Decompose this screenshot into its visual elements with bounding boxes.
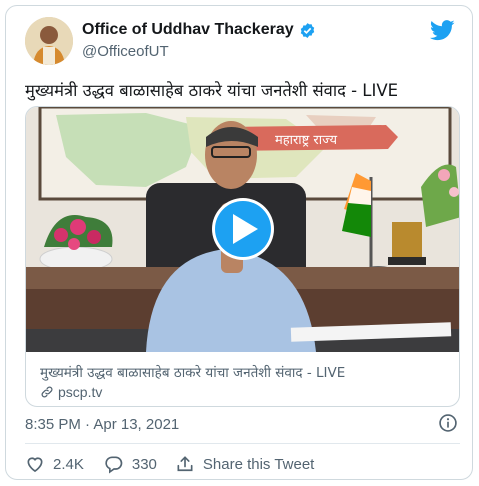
banner-text: महाराष्ट्र राज्य: [275, 133, 338, 148]
play-icon[interactable]: [212, 198, 274, 260]
card-domain: pscp.tv: [58, 384, 103, 400]
media-card[interactable]: महाराष्ट्र राज्य मुख्यमंत्री उद्धव बाळास…: [25, 106, 460, 407]
author-name[interactable]: Office of Uddhav Thackeray: [82, 21, 294, 39]
divider: [25, 443, 460, 444]
reply-icon: [105, 456, 123, 474]
reply-button[interactable]: 330: [104, 454, 157, 474]
share-icon: [177, 456, 193, 472]
link-icon: [41, 386, 53, 398]
twitter-bird-icon[interactable]: [430, 20, 455, 41]
action-bar: 2.4K 330 Share this Tweet: [25, 454, 314, 474]
avatar[interactable]: [25, 17, 73, 65]
info-icon[interactable]: [438, 413, 458, 433]
share-button[interactable]: Share this Tweet: [175, 454, 314, 474]
author-handle[interactable]: @OfficeofUT: [82, 43, 169, 60]
card-link[interactable]: pscp.tv: [40, 384, 102, 400]
reply-count: 330: [131, 455, 157, 473]
verified-badge-icon: [300, 22, 314, 38]
tweet-text: मुख्यमंत्री उद्धव बाळासाहेब ठाकरे यांचा …: [25, 81, 399, 100]
tweet-timestamp[interactable]: 8:35 PM · Apr 13, 2021: [25, 416, 179, 433]
tweet-card: Office of Uddhav Thackeray @OfficeofUT म…: [5, 5, 473, 480]
share-label: Share this Tweet: [202, 455, 315, 473]
heart-icon: [27, 457, 43, 473]
video-thumbnail[interactable]: महाराष्ट्र राज्य: [26, 107, 459, 352]
author-row[interactable]: Office of Uddhav Thackeray: [82, 21, 316, 39]
like-button[interactable]: 2.4K: [25, 454, 84, 474]
card-title[interactable]: मुख्यमंत्री उद्धव बाळासाहेब ठाकरे यांचा …: [40, 363, 345, 381]
like-count: 2.4K: [53, 455, 84, 473]
